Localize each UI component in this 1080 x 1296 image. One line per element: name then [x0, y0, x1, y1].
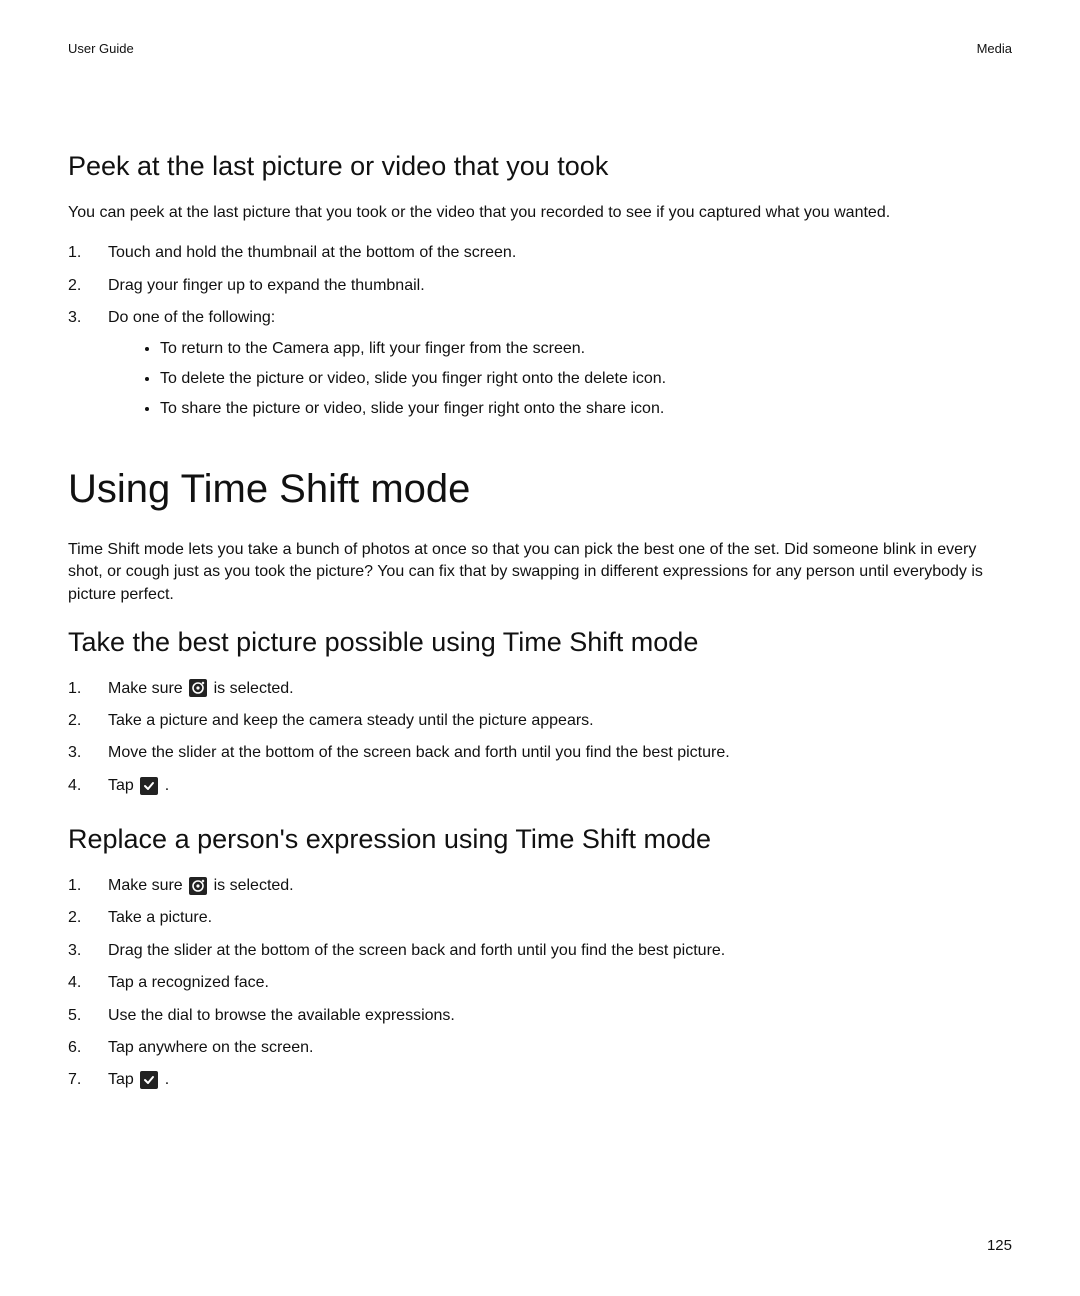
step-text: To return to the Camera app, lift your f… — [160, 340, 585, 357]
time-shift-mode-icon — [189, 679, 207, 697]
list-item: Make sure is selected. — [68, 875, 1012, 897]
step-text: Move the slider at the bottom of the scr… — [108, 744, 730, 761]
step-text: Drag the slider at the bottom of the scr… — [108, 942, 725, 959]
replace-expression-steps-list: Make sure is selected. Take a picture. D… — [68, 875, 1012, 1092]
step-text: Tap a recognized face. — [108, 974, 269, 991]
list-item: Tap . — [68, 1069, 1012, 1091]
page-header: User Guide Media — [68, 40, 1012, 58]
list-item: Tap anywhere on the screen. — [68, 1037, 1012, 1059]
header-left: User Guide — [68, 40, 134, 58]
step-text-part: is selected. — [209, 680, 293, 697]
list-item: Drag your finger up to expand the thumbn… — [68, 275, 1012, 297]
list-item: Tap a recognized face. — [68, 972, 1012, 994]
step-text: Drag your finger up to expand the thumbn… — [108, 277, 425, 294]
step-text: To share the picture or video, slide you… — [160, 400, 664, 417]
step-text: Use the dial to browse the available exp… — [108, 1007, 455, 1024]
checkmark-icon — [140, 777, 158, 795]
list-item: Take a picture and keep the camera stead… — [68, 710, 1012, 732]
main-intro-time-shift: Time Shift mode lets you take a bunch of… — [68, 539, 1012, 606]
list-item: To return to the Camera app, lift your f… — [160, 338, 1012, 360]
list-item: To delete the picture or video, slide yo… — [160, 368, 1012, 390]
list-item: Move the slider at the bottom of the scr… — [68, 742, 1012, 764]
best-picture-steps-list: Make sure is selected. Take a picture an… — [68, 678, 1012, 798]
checkmark-icon — [140, 1071, 158, 1089]
peek-steps-list: Touch and hold the thumbnail at the bott… — [68, 242, 1012, 420]
step-text: To delete the picture or video, slide yo… — [160, 370, 666, 387]
section-title-replace-expression: Replace a person's expression using Time… — [68, 821, 1012, 859]
list-item: Do one of the following: To return to th… — [68, 307, 1012, 421]
header-right: Media — [977, 40, 1012, 58]
step-text: Take a picture. — [108, 909, 212, 926]
step-text-part: Make sure — [108, 877, 187, 894]
step-text-part: Tap — [108, 777, 138, 794]
list-item: Make sure is selected. — [68, 678, 1012, 700]
list-item: To share the picture or video, slide you… — [160, 398, 1012, 420]
document-page: User Guide Media Peek at the last pictur… — [0, 0, 1080, 1296]
list-item: Take a picture. — [68, 907, 1012, 929]
section-title-peek: Peek at the last picture or video that y… — [68, 148, 1012, 186]
section-intro-peek: You can peek at the last picture that yo… — [68, 202, 1012, 224]
step-text-part: . — [160, 777, 169, 794]
step-text: Tap anywhere on the screen. — [108, 1039, 313, 1056]
step-text-part: Tap — [108, 1071, 138, 1088]
step-text-part: is selected. — [209, 877, 293, 894]
step-text-part: Make sure — [108, 680, 187, 697]
list-item: Use the dial to browse the available exp… — [68, 1005, 1012, 1027]
main-title-time-shift: Using Time Shift mode — [68, 461, 1012, 517]
list-item: Touch and hold the thumbnail at the bott… — [68, 242, 1012, 264]
list-item: Tap . — [68, 775, 1012, 797]
page-number: 125 — [987, 1235, 1012, 1256]
step-text: Do one of the following: — [108, 309, 275, 326]
list-item: Drag the slider at the bottom of the scr… — [68, 940, 1012, 962]
step-text: Take a picture and keep the camera stead… — [108, 712, 594, 729]
section-title-best-picture: Take the best picture possible using Tim… — [68, 624, 1012, 662]
time-shift-mode-icon — [189, 877, 207, 895]
peek-sub-list: To return to the Camera app, lift your f… — [136, 338, 1012, 421]
step-text: Touch and hold the thumbnail at the bott… — [108, 244, 516, 261]
step-text-part: . — [160, 1071, 169, 1088]
